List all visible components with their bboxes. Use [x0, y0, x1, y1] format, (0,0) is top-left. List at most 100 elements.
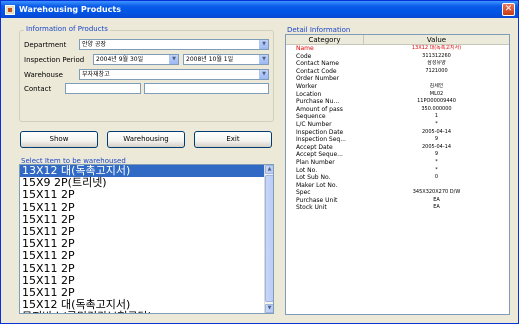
period-label: Inspection Period: [24, 56, 85, 64]
detail-category: Accept Date: [296, 143, 333, 151]
grid-header: Category Value: [286, 35, 509, 45]
contact-label: Contact: [24, 85, 52, 93]
detail-category: Sequence: [296, 113, 326, 121]
detail-value: 1: [434, 113, 439, 120]
detail-category: Amount of pass: [296, 105, 343, 113]
app-icon: [5, 4, 15, 15]
scroll-down-icon[interactable]: ▼: [265, 304, 273, 313]
warehouse-value: 부자재창고: [82, 71, 110, 78]
detail-category: Order Number: [296, 75, 340, 83]
detail-value: 11PO00009440: [417, 98, 456, 105]
detail-row: Name 13X12 대(독촉고지서): [286, 45, 509, 53]
detail-row: Lot Sub No. 0: [286, 174, 509, 182]
detail-category: Inspection Seq...: [296, 136, 346, 144]
detail-row: Amount of pass 350.000000: [286, 106, 509, 114]
detail-row: Accept Date 2005-04-14: [286, 144, 509, 152]
show-button[interactable]: Show: [20, 131, 98, 148]
period-from-value: 2004년 9월 30일: [96, 56, 144, 63]
list-item[interactable]: 15X11 2P: [20, 250, 273, 262]
period-from-select[interactable]: 2004년 9월 30일 ▼: [93, 54, 179, 65]
detail-category: Name: [296, 45, 314, 52]
detail-value: [364, 182, 509, 190]
chevron-down-icon[interactable]: ▼: [259, 40, 268, 49]
exit-button[interactable]: Exit: [194, 131, 272, 148]
chevron-down-icon[interactable]: ▼: [259, 70, 268, 79]
title-bar[interactable]: Warehousing Products ✕: [1, 1, 518, 18]
department-label: Department: [24, 41, 67, 49]
detail-category: Code: [296, 52, 312, 60]
detail-row: Purchase Unit EA: [286, 197, 509, 205]
detail-value: [364, 75, 509, 83]
detail-category: Worker: [296, 82, 318, 90]
detail-row: Inspection Date 2005-04-14: [286, 129, 509, 137]
close-button[interactable]: ✕: [502, 3, 515, 16]
list-scrollbar[interactable]: ▲ ▼: [264, 165, 273, 313]
main-window: Warehousing Products ✕ Information of Pr…: [0, 0, 519, 324]
detail-row: Spec 345X320X270 D/W: [286, 189, 509, 197]
contact-name-input[interactable]: [144, 83, 269, 94]
list-item[interactable]: 무지박스(국민건강보험공단): [20, 311, 273, 313]
detail-category: Contact Name: [296, 60, 339, 68]
detail-grid: Category Value Name 13X12 대(독촉고지서) Code 311…: [285, 34, 510, 315]
scroll-up-icon[interactable]: ▲: [265, 165, 273, 174]
detail-value: EA: [433, 204, 440, 211]
detail-value: 7121000: [425, 67, 448, 74]
value-column-header[interactable]: Value: [364, 35, 509, 44]
warehouse-label: Warehouse: [24, 71, 63, 79]
detail-category: Purchase Unit: [296, 196, 338, 204]
detail-value: 삼성유양: [427, 60, 446, 67]
information-group-title: Information of Products: [24, 25, 110, 33]
detail-title: Detail Information: [287, 26, 351, 34]
detail-row: Lot No. *: [286, 167, 509, 175]
detail-value: *: [435, 120, 438, 127]
detail-value: EA: [433, 196, 440, 203]
detail-row: Maker Lot No.: [286, 182, 509, 190]
contact-input[interactable]: [65, 83, 141, 94]
detail-value: 2005-04-14: [421, 128, 452, 135]
detail-value: *: [435, 166, 438, 173]
detail-row: Stock Unit EA: [286, 204, 509, 212]
detail-category: Lot Sub No.: [296, 174, 331, 182]
detail-value: 9: [434, 151, 439, 158]
period-to-value: 2008년 10월 1일: [186, 56, 234, 63]
warehousing-button[interactable]: Warehousing: [107, 131, 185, 148]
detail-value: 김세인: [429, 82, 444, 89]
department-select[interactable]: 안양 공장 ▼: [79, 39, 269, 50]
detail-value: 13X12 대(독촉고지서): [411, 45, 462, 51]
detail-row: Contact Name 삼성유양: [286, 60, 509, 68]
chevron-down-icon[interactable]: ▼: [169, 55, 178, 64]
item-list[interactable]: 13X12 대(독촉고지서) 15X9 2P(트리넷) 15X11 2P 15X11 …: [19, 164, 274, 314]
list-item[interactable]: 15X11 2P: [20, 201, 273, 214]
department-value: 안양 공장: [82, 41, 106, 48]
list-item[interactable]: 15X11 2P: [20, 189, 273, 201]
detail-value: 2005-04-14: [421, 143, 452, 150]
detail-value: 9: [434, 136, 439, 143]
chevron-down-icon[interactable]: ▼: [259, 55, 268, 64]
detail-row: Plan Number *: [286, 159, 509, 167]
category-column-header[interactable]: Category: [286, 35, 364, 44]
detail-row: Purchase Nu... 11PO00009440: [286, 98, 509, 106]
detail-row: Sequence 1: [286, 113, 509, 121]
detail-row: Order Number: [286, 75, 509, 83]
period-to-select[interactable]: 2008년 10월 1일 ▼: [183, 54, 269, 65]
detail-category: Lot No.: [296, 166, 318, 174]
detail-value: 0: [434, 174, 439, 181]
detail-value: ML02: [429, 90, 444, 97]
detail-category: Location: [296, 90, 322, 98]
list-item[interactable]: 15X11 2P: [20, 262, 273, 275]
detail-category: L/C Number: [296, 120, 332, 128]
detail-row: Code 311312260: [286, 53, 509, 61]
warehouse-select[interactable]: 부자재창고 ▼: [79, 69, 269, 80]
scroll-thumb[interactable]: [265, 175, 273, 302]
detail-row: Inspection Seq... 9: [286, 136, 509, 144]
detail-category: Accept Seque...: [296, 151, 343, 159]
detail-category: Spec: [296, 189, 311, 197]
detail-row: L/C Number *: [286, 121, 509, 129]
detail-category: Purchase Nu...: [296, 98, 340, 106]
detail-category: Stock Unit: [296, 204, 327, 212]
detail-row: Accept Seque... 9: [286, 151, 509, 159]
detail-row: Worker 김세인: [286, 83, 509, 91]
detail-category: Contact Code: [296, 67, 337, 75]
window-title: Warehousing Products: [19, 5, 121, 14]
detail-value: 350.000000: [421, 105, 452, 112]
